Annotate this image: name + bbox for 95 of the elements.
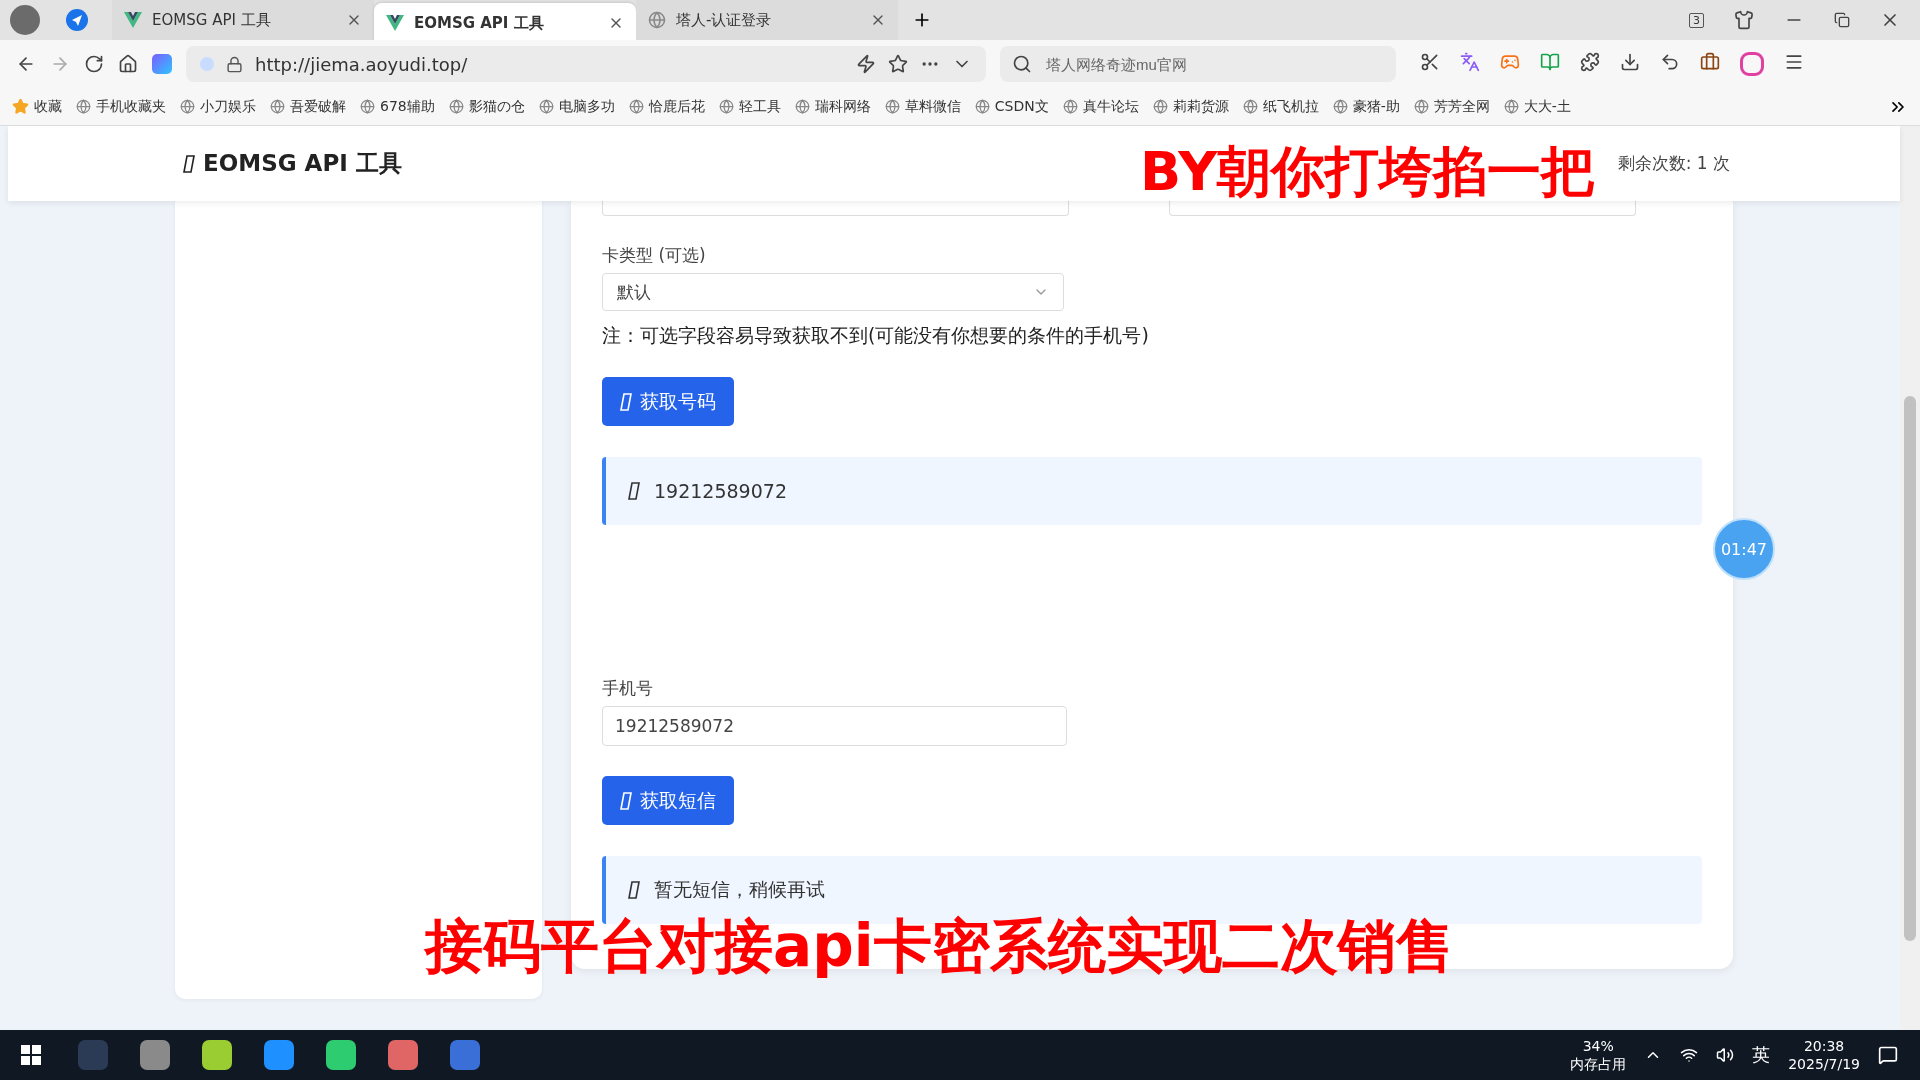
gamepad-icon[interactable] <box>1500 52 1520 72</box>
globe-icon <box>1332 99 1348 114</box>
globe-icon <box>648 11 666 29</box>
book-icon[interactable] <box>1540 52 1560 72</box>
input-field[interactable] <box>1169 201 1636 216</box>
bookmark-link[interactable]: 大大-土 <box>1503 97 1571 116</box>
globe-icon <box>884 99 900 114</box>
download-icon[interactable] <box>1620 52 1640 72</box>
speaker-icon[interactable] <box>1716 1046 1735 1064</box>
memory-label: 内存占用 <box>1570 1055 1627 1073</box>
phone-input[interactable]: 19212589072 <box>602 706 1067 746</box>
bookmark-link[interactable]: 纸飞机拉 <box>1242 97 1319 116</box>
globe-icon <box>794 99 810 114</box>
bookmark-link[interactable]: 草料微信 <box>884 97 961 116</box>
clock-time[interactable]: 20:38 <box>1803 1037 1845 1055</box>
wifi-icon[interactable] <box>1680 1046 1699 1064</box>
memory-percent: 34% <box>1582 1037 1614 1055</box>
bookmark-link[interactable]: 电脑多功 <box>538 97 615 116</box>
v-logo-icon <box>124 12 142 28</box>
sms-status: 暂无短信，稍候再试 <box>654 877 825 902</box>
tab-count[interactable]: 3 <box>1689 12 1704 28</box>
globe-icon <box>180 99 195 114</box>
search-box[interactable]: 塔人网络奇迹mu官网 <box>1000 46 1396 82</box>
app-icon[interactable] <box>140 1040 170 1070</box>
search-icon <box>1012 54 1032 74</box>
remaining-count: 剩余次数: 1 次 <box>1617 152 1730 175</box>
globe-icon <box>1242 99 1258 114</box>
menu-icon[interactable] <box>1784 52 1804 72</box>
bookmark-link[interactable]: 吾爱破解 <box>270 97 346 116</box>
puzzle-icon[interactable] <box>1580 52 1600 72</box>
home-icon[interactable] <box>118 54 138 74</box>
globe-icon <box>270 99 285 114</box>
translate-icon[interactable] <box>1460 52 1480 72</box>
globe-icon <box>1062 99 1078 114</box>
brand-title: EOMSG API 工具 <box>183 148 402 179</box>
briefcase-icon[interactable] <box>1700 52 1720 72</box>
bookmark-link[interactable]: 轻工具 <box>718 97 781 116</box>
app-icon[interactable] <box>264 1040 294 1070</box>
globe-icon <box>628 99 644 114</box>
scrollbar[interactable] <box>1900 126 1920 1030</box>
globe-icon <box>1152 99 1168 114</box>
app-icon[interactable] <box>202 1040 232 1070</box>
restore-icon[interactable] <box>1834 12 1850 28</box>
app-icon[interactable] <box>326 1040 356 1070</box>
shirt-icon[interactable] <box>1734 10 1754 30</box>
v-logo-icon <box>386 15 404 31</box>
clock-date[interactable]: 2025/7/19 <box>1788 1055 1860 1073</box>
bookmark-link[interactable]: 影猫の仓 <box>448 97 525 116</box>
globe-icon <box>538 99 554 114</box>
ime-indicator[interactable]: 英 <box>1752 1043 1771 1067</box>
bookmark-link[interactable]: 瑞科网络 <box>794 97 871 116</box>
globe-icon <box>1413 99 1429 114</box>
browser-tab[interactable]: EOMSG API 工具 <box>112 0 374 40</box>
browser-tab[interactable]: 塔人-认证登录 <box>636 0 898 40</box>
avatar[interactable] <box>10 5 40 35</box>
circle-icon <box>200 57 214 71</box>
scissors-icon[interactable] <box>1420 52 1440 72</box>
phone-number: 19212589072 <box>654 480 787 502</box>
paper-plane-icon[interactable] <box>66 9 88 31</box>
globe-icon <box>718 99 734 114</box>
star-icon[interactable] <box>888 54 908 74</box>
lightning-icon[interactable] <box>856 54 876 74</box>
star-icon <box>12 98 29 115</box>
search-input[interactable]: 塔人网络奇迹mu官网 <box>1044 54 1384 74</box>
field-label: 卡类型 (可选) <box>602 244 707 267</box>
globe-icon <box>76 99 91 114</box>
bookmark-link[interactable]: CSDN文 <box>974 97 1049 116</box>
caption-text: 接码平台对接api卡密系统实现二次销售 <box>425 911 1454 982</box>
globe-icon <box>974 99 990 114</box>
reload-icon[interactable] <box>84 54 104 74</box>
bookmark-link[interactable]: 收藏 <box>12 97 62 116</box>
bookmark-link[interactable]: 芳芳全网 <box>1413 97 1490 116</box>
input-field[interactable] <box>602 201 1069 216</box>
globe-icon <box>448 99 464 114</box>
get-number-button[interactable]: 获取号码 <box>602 377 734 426</box>
lock-icon[interactable] <box>226 55 243 73</box>
globe-icon <box>1503 99 1519 114</box>
bookmark-link[interactable]: 真牛论坛 <box>1062 97 1139 116</box>
globe-icon <box>360 99 375 114</box>
bookmark-link[interactable]: 莉莉货源 <box>1152 97 1229 116</box>
card-type-select[interactable]: 默认 <box>602 273 1064 311</box>
notification-icon[interactable] <box>1878 1045 1898 1065</box>
browser-tab[interactable]: EOMSG API 工具 <box>374 3 636 43</box>
bookmark-link[interactable]: 豪猪-助 <box>1332 97 1400 116</box>
caption-text: BY朝你打垮掐一把 <box>1140 139 1596 205</box>
undo-icon[interactable] <box>1660 52 1680 72</box>
bookmark-link[interactable]: 678辅助 <box>360 97 435 116</box>
bookmark-link[interactable]: 手机收藏夹 <box>76 97 166 116</box>
get-sms-button[interactable]: 获取短信 <box>602 776 734 825</box>
note-text: 注：可选字段容易导致获取不到(可能没有你想要的条件的手机号) <box>602 323 1150 348</box>
field-label: 手机号 <box>602 677 654 700</box>
bookmark-link[interactable]: 恰鹿后花 <box>628 97 705 116</box>
bookmark-link[interactable]: 小刀娱乐 <box>180 97 256 116</box>
scrollbar-thumb[interactable] <box>1904 396 1916 941</box>
app-icon[interactable] <box>388 1040 418 1070</box>
